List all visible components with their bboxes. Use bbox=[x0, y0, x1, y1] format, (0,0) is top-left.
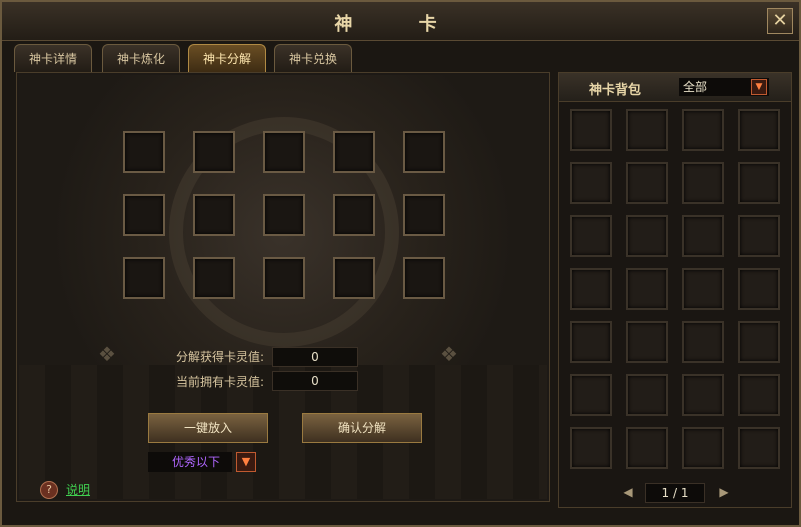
backpack-slot[interactable] bbox=[570, 374, 612, 416]
card-backpack-panel: 神卡背包 全部 ▼ bbox=[558, 72, 792, 508]
backpack-slot[interactable] bbox=[626, 321, 668, 363]
backpack-slot[interactable] bbox=[738, 268, 780, 310]
help-icon[interactable]: ? bbox=[40, 481, 58, 499]
decompose-slot[interactable] bbox=[193, 194, 235, 236]
decompose-slot[interactable] bbox=[193, 131, 235, 173]
chevron-down-icon[interactable]: ▼ bbox=[236, 452, 256, 472]
decompose-slot[interactable] bbox=[123, 131, 165, 173]
decompose-slot[interactable] bbox=[333, 257, 375, 299]
decompose-slot[interactable] bbox=[403, 131, 445, 173]
decompose-slot[interactable] bbox=[123, 257, 165, 299]
backpack-slot[interactable] bbox=[682, 374, 724, 416]
decompose-slot[interactable] bbox=[193, 257, 235, 299]
backpack-slot[interactable] bbox=[738, 427, 780, 469]
backpack-slot[interactable] bbox=[570, 162, 612, 204]
backpack-slot[interactable] bbox=[738, 374, 780, 416]
backpack-slot[interactable] bbox=[570, 215, 612, 257]
title-bar: 神 卡 ✕ bbox=[2, 2, 799, 41]
page-indicator: 1 / 1 bbox=[645, 483, 705, 503]
backpack-slot[interactable] bbox=[626, 215, 668, 257]
backpack-slot[interactable] bbox=[626, 268, 668, 310]
backpack-slot[interactable] bbox=[682, 321, 724, 363]
gain-value-label: 分解获得卡灵值: bbox=[175, 350, 264, 364]
backpack-slot[interactable] bbox=[570, 109, 612, 151]
confirm-decompose-button[interactable]: 确认分解 bbox=[302, 413, 422, 443]
chevron-down-icon[interactable]: ▼ bbox=[751, 79, 767, 95]
gain-value-display: 0 bbox=[272, 347, 358, 367]
backpack-slot[interactable] bbox=[626, 374, 668, 416]
tab-card-details[interactable]: 神卡详情 bbox=[14, 44, 92, 72]
decompose-slot[interactable] bbox=[263, 131, 305, 173]
backpack-slot[interactable] bbox=[570, 321, 612, 363]
backpack-slot[interactable] bbox=[570, 268, 612, 310]
prev-page-icon[interactable]: ◀ bbox=[622, 486, 634, 498]
backpack-slot[interactable] bbox=[738, 109, 780, 151]
decompose-slot[interactable] bbox=[123, 194, 165, 236]
backpack-slot[interactable] bbox=[738, 162, 780, 204]
backpack-slot[interactable] bbox=[682, 109, 724, 151]
auto-fill-button[interactable]: 一键放入 bbox=[148, 413, 268, 443]
divine-card-window: 神 卡 ✕ 神卡详情 神卡炼化 神卡分解 神卡兑换 ❖ ❖ 分解获得卡灵值: 0… bbox=[0, 0, 801, 527]
decompose-slot[interactable] bbox=[263, 194, 305, 236]
tab-card-exchange[interactable]: 神卡兑换 bbox=[274, 44, 352, 72]
decompose-panel bbox=[16, 72, 550, 502]
backpack-slot[interactable] bbox=[682, 427, 724, 469]
tab-card-refine[interactable]: 神卡炼化 bbox=[102, 44, 180, 72]
decompose-slot[interactable] bbox=[263, 257, 305, 299]
next-page-icon[interactable]: ▶ bbox=[718, 486, 730, 498]
decompose-stage bbox=[19, 75, 547, 365]
quality-filter-value[interactable]: 优秀以下 bbox=[148, 452, 232, 472]
window-title: 神 卡 bbox=[334, 14, 467, 35]
backpack-slot[interactable] bbox=[626, 427, 668, 469]
backpack-slot[interactable] bbox=[570, 427, 612, 469]
decompose-slot[interactable] bbox=[333, 194, 375, 236]
backpack-pager: ◀ 1 / 1 ▶ bbox=[558, 478, 792, 508]
backpack-title: 神卡背包 bbox=[589, 83, 642, 98]
close-button[interactable]: ✕ bbox=[767, 8, 793, 34]
backpack-slot[interactable] bbox=[738, 321, 780, 363]
help-link[interactable]: 说明 bbox=[66, 481, 90, 498]
backpack-slot[interactable] bbox=[682, 268, 724, 310]
backpack-slot[interactable] bbox=[682, 215, 724, 257]
quality-filter-dropdown[interactable]: 优秀以下 ▼ bbox=[148, 452, 256, 472]
owned-value-display: 0 bbox=[272, 371, 358, 391]
left-ornament-icon: ❖ bbox=[98, 342, 116, 366]
tab-card-decompose[interactable]: 神卡分解 bbox=[188, 44, 266, 72]
decompose-slot[interactable] bbox=[403, 194, 445, 236]
right-ornament-icon: ❖ bbox=[440, 342, 458, 366]
backpack-slot[interactable] bbox=[738, 215, 780, 257]
decompose-slot[interactable] bbox=[333, 131, 375, 173]
backpack-slot[interactable] bbox=[682, 162, 724, 204]
owned-value-label: 当前拥有卡灵值: bbox=[175, 375, 264, 389]
backpack-header: 神卡背包 全部 ▼ bbox=[559, 73, 791, 102]
backpack-slot[interactable] bbox=[626, 109, 668, 151]
backpack-slot[interactable] bbox=[626, 162, 668, 204]
decompose-slot[interactable] bbox=[403, 257, 445, 299]
